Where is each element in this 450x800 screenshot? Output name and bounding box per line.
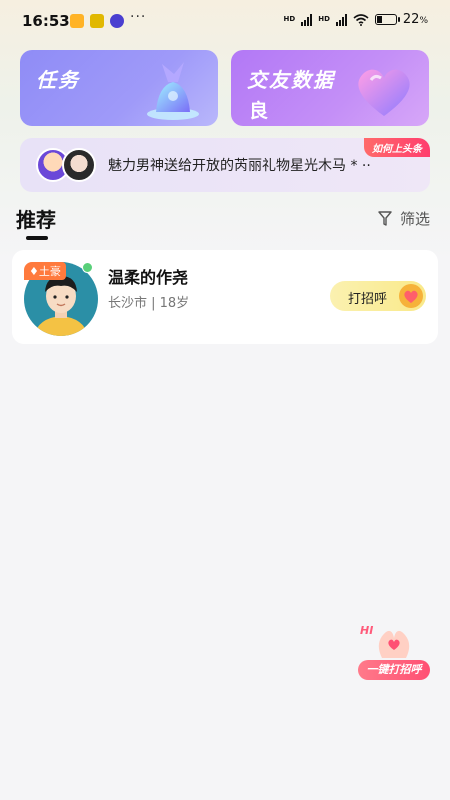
ticker-message: 魅力男神送给开放的芮丽礼物星光木马 * ·· <box>108 158 371 174</box>
notification-app-icon <box>70 14 84 28</box>
heart-icon <box>399 284 423 308</box>
social-card-title: 交友数据 <box>247 68 335 92</box>
status-indicators: HD HD 22% <box>284 12 428 27</box>
user-card[interactable]: ♦土豪 温柔的作尧 长沙市 | 18岁 打招呼 <box>12 250 438 344</box>
tab-indicator <box>26 236 48 240</box>
social-data-card[interactable]: 交友数据 良 <box>231 50 429 126</box>
social-card-rating: 良 <box>249 100 269 122</box>
task-card[interactable]: 任务 <box>20 50 218 126</box>
notification-game-icon <box>90 14 104 28</box>
filter-icon <box>378 210 392 226</box>
online-status-dot <box>82 262 93 273</box>
wifi-icon <box>353 13 369 26</box>
trophy-bell-icon <box>147 62 199 120</box>
status-overflow: ··· <box>130 9 147 25</box>
headline-ticker[interactable]: 魅力男神送给开放的芮丽礼物星光木马 * ·· 如何上头条 <box>20 138 430 192</box>
one-click-greet-label: 一键打招呼 <box>358 660 430 680</box>
user-location-age: 长沙市 | 18岁 <box>108 296 190 311</box>
ticker-avatars <box>36 148 96 182</box>
filter-button[interactable]: 筛选 <box>378 208 430 229</box>
hands-heart-icon <box>378 630 410 658</box>
avatar-receiver <box>62 148 96 182</box>
status-time: 16:53 <box>22 12 70 30</box>
battery-icon <box>374 14 400 25</box>
one-click-greet-button[interactable]: HI 一键打招呼 <box>356 620 432 680</box>
greet-button-label: 打招呼 <box>348 292 388 307</box>
task-card-title: 任务 <box>36 68 80 92</box>
section-title-recommend[interactable]: 推荐 <box>16 204 56 233</box>
signal-icon <box>301 13 313 26</box>
tuhao-badge: ♦土豪 <box>24 262 66 280</box>
status-bar: 16:53 ··· HD HD 22% <box>0 0 450 44</box>
hd-label-1: HD <box>283 15 296 23</box>
diamond-icon: ♦ <box>29 265 39 278</box>
greet-button[interactable]: 打招呼 <box>330 281 426 311</box>
user-name: 温柔的作尧 <box>108 268 189 287</box>
how-to-headline-badge[interactable]: 如何上头条 <box>364 138 430 157</box>
signal-icon-2 <box>335 13 347 26</box>
heart-icon <box>358 69 410 116</box>
notification-chat-icon <box>110 14 124 28</box>
filter-label: 筛选 <box>399 210 430 228</box>
hd-label-2: HD <box>318 15 330 23</box>
battery-text: 22% <box>402 12 428 27</box>
